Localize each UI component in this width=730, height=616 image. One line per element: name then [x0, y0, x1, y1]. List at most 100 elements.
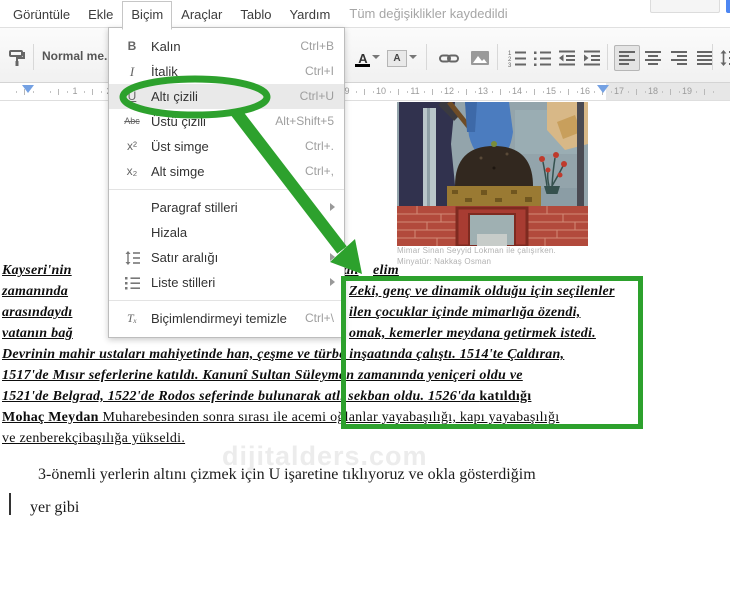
doc-text-line: Kayseri'nin: [2, 263, 72, 278]
ruler-number: 10: [375, 86, 386, 96]
ruler-tick: [636, 89, 637, 95]
ruler-tick: [49, 91, 51, 93]
ruler-tick: [627, 91, 629, 93]
ruler-tick: [389, 91, 391, 93]
right-indent-marker[interactable]: [597, 85, 609, 93]
menu-tablo[interactable]: Tablo: [231, 1, 280, 28]
ruler-tick: [661, 91, 663, 93]
ruler-tick: [534, 89, 535, 95]
doc-text-line: ilen çocuklar içinde mimarlığa özendi,: [349, 305, 581, 320]
doc-text-line: elim: [373, 263, 399, 278]
menu-item-italic[interactable]: I İtalik Ctrl+I: [109, 59, 344, 84]
submenu-arrow-icon: [330, 203, 335, 211]
strikethrough-icon: Abc: [124, 116, 140, 126]
doc-text-line: arasındaydı: [2, 305, 73, 320]
ruler-tick: [432, 89, 433, 95]
image-caption-line1: Mimar Sinan Seyyid Lokman ile çalışırken…: [397, 246, 556, 255]
save-status: Tüm değişiklikler kaydedildi: [349, 6, 508, 21]
ruler-tick: [15, 91, 17, 93]
ruler-tick: [398, 89, 399, 95]
bold-icon: B: [127, 39, 137, 53]
bulleted-list-icon[interactable]: [529, 45, 555, 71]
format-menu-dropdown: B Kalın Ctrl+B I İtalik Ctrl+I U Altı çi…: [108, 27, 345, 338]
menu-item-clear-formatting[interactable]: Tₓ Biçimlendirmeyi temizle Ctrl+\: [109, 306, 344, 331]
ruler-number: 16: [579, 86, 590, 96]
ruler-tick: [58, 89, 59, 95]
toolbar-separator: [426, 44, 427, 70]
highlight-color-icon[interactable]: A: [384, 45, 410, 71]
menu-item-align[interactable]: Hizala: [109, 220, 344, 245]
submenu-arrow-icon: [330, 278, 335, 286]
ruler-tick: [559, 91, 561, 93]
text-cursor: [9, 493, 11, 515]
numbered-list-icon[interactable]: 123: [504, 45, 530, 71]
document-image-miniature[interactable]: [397, 102, 588, 246]
submenu-arrow-icon: [330, 228, 335, 236]
ruler-number: 15: [545, 86, 556, 96]
doc-text-line: Mohaç Meydan Muharebesinden sonra sırası…: [2, 410, 560, 425]
increase-indent-icon[interactable]: [579, 45, 605, 71]
doc-text-line: Zeki, genç ve dinamik olduğu için seçile…: [349, 284, 615, 299]
ruler-tick: [457, 91, 459, 93]
image-caption-line2: Minyatür: Nakkaş Osman: [397, 257, 492, 266]
menu-bicim[interactable]: Biçim: [122, 1, 173, 30]
insert-link-icon[interactable]: [436, 45, 462, 71]
paint-format-icon[interactable]: [4, 45, 30, 71]
menu-separator: [109, 300, 344, 301]
underline-icon: U: [127, 89, 137, 103]
highlight-color-caret[interactable]: [409, 55, 417, 59]
ruler-tick: [423, 91, 425, 93]
ruler-tick: [695, 91, 697, 93]
ruler-tick: [670, 89, 671, 95]
toolbar-separator: [497, 44, 498, 70]
list-styles-icon: [119, 270, 145, 295]
ruler-number: 19: [681, 86, 692, 96]
submenu-arrow-icon: [330, 253, 335, 261]
subscript-icon: x₂: [126, 164, 138, 178]
align-right-icon[interactable]: [666, 45, 692, 71]
menu-item-list-styles[interactable]: Liste stilleri: [109, 270, 344, 295]
paragraph-style-selector[interactable]: Normal me...: [42, 49, 114, 63]
left-indent-marker[interactable]: [22, 85, 34, 93]
ruler-tick: [364, 89, 365, 95]
doc-text-line: omak, kemerler meydana getirmek istedi.: [349, 326, 596, 341]
menu-araclar[interactable]: Araçlar: [172, 1, 231, 28]
menu-item-subscript[interactable]: x₂ Alt simge Ctrl+,: [109, 159, 344, 184]
align-left-icon[interactable]: [614, 45, 640, 71]
ruler-tick: [704, 89, 705, 95]
ruler-tick: [466, 89, 467, 95]
line-spacing-icon: [119, 245, 145, 270]
menu-bar: Görüntüle Ekle Biçim Araçlar Tablo Yardım Tüm …: [0, 0, 730, 30]
comments-button[interactable]: [650, 0, 720, 13]
menu-item-paragraph-styles[interactable]: Paragraf stilleri: [109, 195, 344, 220]
justify-icon[interactable]: [692, 45, 718, 71]
line-spacing-icon[interactable]: [716, 45, 730, 71]
ruler-tick: [525, 91, 527, 93]
menu-yardim[interactable]: Yardım: [280, 1, 339, 28]
menu-item-strikethrough[interactable]: Abc Üstü çizili Alt+Shift+5: [109, 109, 344, 134]
text-color-caret[interactable]: [372, 55, 380, 59]
insert-image-icon[interactable]: [467, 45, 493, 71]
italic-icon: I: [129, 64, 135, 79]
align-center-icon[interactable]: [640, 45, 666, 71]
tutorial-text-line2: yer gibi: [30, 499, 80, 516]
clear-formatting-icon: Tₓ: [126, 311, 138, 325]
superscript-icon: x²: [127, 139, 137, 153]
doc-text-line: ve zenberekçibaşılığa yükseldi.: [2, 431, 186, 446]
ruler-tick: [83, 91, 85, 93]
menu-item-underline[interactable]: U Altı çizili Ctrl+U: [109, 84, 344, 109]
toolbar-separator: [712, 44, 713, 70]
share-button[interactable]: [726, 0, 730, 13]
menu-ekle[interactable]: Ekle: [79, 1, 122, 28]
ruler-tick: [568, 89, 569, 95]
text-color-bar: [355, 64, 370, 67]
decrease-indent-icon[interactable]: [554, 45, 580, 71]
menu-goruntule[interactable]: Görüntüle: [4, 1, 79, 28]
menu-item-superscript[interactable]: x² Üst simge Ctrl+.: [109, 134, 344, 159]
ruler-tick: [92, 89, 93, 95]
menu-item-line-spacing[interactable]: Satır aralığı: [109, 245, 344, 270]
ruler-number: 17: [613, 86, 624, 96]
ruler-tick: [500, 89, 501, 95]
doc-text-line: vatanın bağ: [2, 326, 73, 341]
menu-item-bold[interactable]: B Kalın Ctrl+B: [109, 34, 344, 59]
